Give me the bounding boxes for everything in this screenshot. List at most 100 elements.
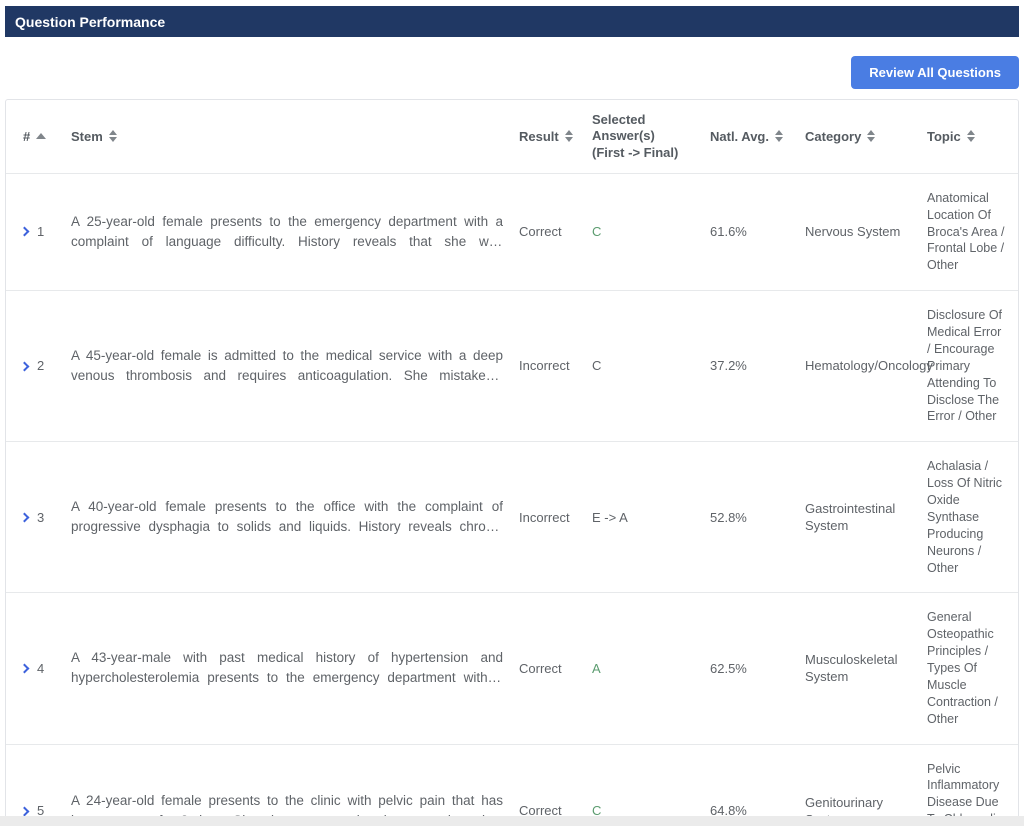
table-body: 1 A 25-year-old female presents to the e…: [6, 173, 1018, 816]
table-row: 4 A 43-year-male with past medical histo…: [6, 592, 1018, 743]
category-cell: Musculoskeletal System: [797, 593, 919, 743]
column-header-result-label: Result: [519, 129, 559, 144]
toolbar: Review All Questions: [5, 37, 1019, 99]
row-number-cell: 4: [6, 593, 63, 743]
stem-text: A 40-year-old female presents to the off…: [71, 497, 503, 538]
row-number-cell: 1: [6, 174, 63, 290]
selected-answer-cell: A: [584, 593, 702, 743]
column-header-selected-answers-label: Selected Answer(s) (First -> Final): [592, 112, 694, 161]
selected-answer-cell: E -> A: [584, 442, 702, 592]
row-number: 5: [37, 802, 44, 816]
category-cell: Gastrointestinal System: [797, 442, 919, 592]
column-header-number-label: #: [23, 129, 30, 144]
row-number-cell: 3: [6, 442, 63, 592]
result-value: Incorrect: [519, 357, 570, 375]
selected-answer-value: A: [592, 660, 601, 678]
result-cell: Incorrect: [511, 291, 584, 441]
panel-titlebar: Question Performance: [5, 6, 1019, 37]
topic-value: Anatomical Location Of Broca's Area / Fr…: [927, 190, 1008, 274]
sort-icon: [565, 130, 573, 142]
category-value: Hematology/Oncology: [805, 357, 933, 375]
column-header-number[interactable]: #: [6, 100, 63, 173]
topic-cell: Achalasia / Loss Of Nitric Oxide Synthas…: [919, 442, 1018, 592]
result-value: Correct: [519, 660, 562, 678]
table-row: 2 A 45-year-old female is admitted to th…: [6, 290, 1018, 441]
selected-answer-cell: C: [584, 174, 702, 290]
stem-cell: A 25-year-old female presents to the eme…: [63, 174, 511, 290]
stem-text: A 45-year-old female is admitted to the …: [71, 346, 503, 387]
result-cell: Incorrect: [511, 442, 584, 592]
review-all-questions-button[interactable]: Review All Questions: [851, 56, 1019, 89]
result-cell: Correct: [511, 745, 584, 817]
row-number-cell: 2: [6, 291, 63, 441]
category-value: Musculoskeletal System: [805, 651, 911, 686]
column-header-stem[interactable]: Stem: [63, 100, 511, 173]
row-number: 3: [37, 509, 44, 527]
natl-avg-value: 64.8%: [710, 802, 747, 816]
table-header-row: # Stem Result Selected Answer(s) (First …: [6, 100, 1018, 173]
table-row: 3 A 40-year-old female presents to the o…: [6, 441, 1018, 592]
column-header-category[interactable]: Category: [797, 100, 919, 173]
stem-cell: A 43-year-male with past medical history…: [63, 593, 511, 743]
topic-cell: Anatomical Location Of Broca's Area / Fr…: [919, 174, 1018, 290]
category-cell: Nervous System: [797, 174, 919, 290]
selected-answer-value: E -> A: [592, 509, 628, 527]
natl-avg-value: 37.2%: [710, 357, 747, 375]
row-number: 1: [37, 223, 44, 241]
topic-value: Pelvic Inflammatory Disease Due To Chlam…: [927, 761, 1008, 817]
topic-cell: Disclosure Of Medical Error / Encourage …: [919, 291, 1018, 441]
natl-avg-cell: 37.2%: [702, 291, 797, 441]
row-number: 4: [37, 660, 44, 678]
column-header-natl-avg-label: Natl. Avg.: [710, 129, 769, 144]
row-number: 2: [37, 357, 44, 375]
sort-icon: [967, 130, 975, 142]
stem-cell: A 45-year-old female is admitted to the …: [63, 291, 511, 441]
topic-value: Disclosure Of Medical Error / Encourage …: [927, 307, 1008, 425]
stem-text: A 25-year-old female presents to the eme…: [71, 212, 503, 253]
natl-avg-cell: 62.5%: [702, 593, 797, 743]
column-header-topic[interactable]: Topic: [919, 100, 1018, 173]
selected-answer-value: C: [592, 802, 601, 816]
topic-value: General Osteopathic Principles / Types O…: [927, 609, 1008, 727]
stem-cell: A 40-year-old female presents to the off…: [63, 442, 511, 592]
sort-icon: [109, 130, 117, 142]
panel-title: Question Performance: [15, 14, 165, 30]
result-value: Correct: [519, 802, 562, 816]
selected-answer-value: C: [592, 357, 601, 375]
column-header-result[interactable]: Result: [511, 100, 584, 173]
category-value: Genitourinary System: [805, 794, 911, 816]
natl-avg-cell: 61.6%: [702, 174, 797, 290]
sort-icon: [867, 130, 875, 142]
column-header-selected-answers: Selected Answer(s) (First -> Final): [584, 100, 702, 173]
result-value: Correct: [519, 223, 562, 241]
result-cell: Correct: [511, 174, 584, 290]
natl-avg-value: 62.5%: [710, 660, 747, 678]
natl-avg-value: 52.8%: [710, 509, 747, 527]
column-header-natl-avg[interactable]: Natl. Avg.: [702, 100, 797, 173]
stem-text: A 24-year-old female presents to the cli…: [71, 791, 503, 816]
natl-avg-value: 61.6%: [710, 223, 747, 241]
expand-row-chevron-icon[interactable]: [20, 512, 30, 522]
selected-answer-cell: C: [584, 291, 702, 441]
category-cell: Hematology/Oncology: [797, 291, 919, 441]
question-table: # Stem Result Selected Answer(s) (First …: [5, 99, 1019, 816]
stem-cell: A 24-year-old female presents to the cli…: [63, 745, 511, 817]
page: Question Performance Review All Question…: [0, 0, 1024, 816]
expand-row-chevron-icon[interactable]: [20, 227, 30, 237]
topic-cell: Pelvic Inflammatory Disease Due To Chlam…: [919, 745, 1018, 817]
topic-value: Achalasia / Loss Of Nitric Oxide Synthas…: [927, 458, 1008, 576]
natl-avg-cell: 64.8%: [702, 745, 797, 817]
sort-ascending-icon: [36, 133, 46, 139]
selected-answer-cell: C: [584, 745, 702, 817]
column-header-category-label: Category: [805, 129, 861, 144]
column-header-stem-label: Stem: [71, 129, 103, 144]
expand-row-chevron-icon[interactable]: [20, 806, 30, 816]
row-number-cell: 5: [6, 745, 63, 817]
expand-row-chevron-icon[interactable]: [20, 663, 30, 673]
expand-row-chevron-icon[interactable]: [20, 361, 30, 371]
selected-answer-value: C: [592, 223, 601, 241]
category-value: Nervous System: [805, 223, 900, 241]
table-row: 1 A 25-year-old female presents to the e…: [6, 173, 1018, 290]
stem-text: A 43-year-male with past medical history…: [71, 648, 503, 689]
result-cell: Correct: [511, 593, 584, 743]
